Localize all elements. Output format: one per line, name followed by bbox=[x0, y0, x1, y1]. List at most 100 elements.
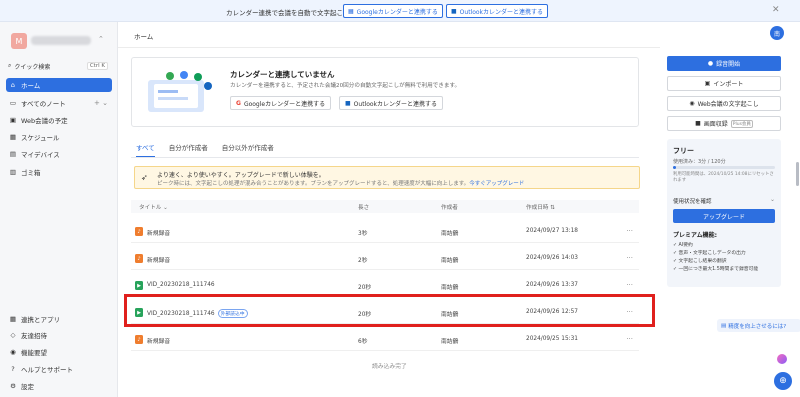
card-outlook-label: Outlookカレンダーと連携する bbox=[353, 100, 438, 108]
sidebar-item-home[interactable]: ⌂ ホーム bbox=[6, 78, 112, 92]
sidebar-item-feature-request[interactable]: ◉ 機能要望 bbox=[6, 345, 112, 359]
sidebar-item-my-devices[interactable]: ▤ マイデバイス bbox=[6, 147, 112, 161]
sidebar-item-invite[interactable]: ◇ 友達招待 bbox=[6, 328, 112, 342]
column-date[interactable]: 作成日時 ⇅ bbox=[526, 203, 555, 211]
search-icon: ⌕ bbox=[8, 62, 12, 69]
feedback-label: 精度を向上させるには? bbox=[728, 323, 787, 330]
sidebar-item-label: すべてのノート bbox=[21, 100, 66, 108]
sidebar-item-label: 設定 bbox=[21, 383, 34, 391]
more-options-icon[interactable]: ··· bbox=[626, 335, 633, 343]
row-date: 2024/09/27 13:18 bbox=[526, 228, 578, 234]
feature-label: 一回につき最大1.5時間まで録音可能 bbox=[678, 267, 759, 272]
google-calendar-icon: ▦ bbox=[348, 7, 354, 15]
load-complete-text: 読み込み完了 bbox=[372, 364, 407, 370]
sidebar-item-label: ヘルプとサポート bbox=[21, 366, 73, 374]
avatar[interactable]: M bbox=[11, 33, 27, 49]
apps-icon: ▦ bbox=[9, 315, 17, 323]
audio-file-icon: ♪ bbox=[135, 254, 143, 263]
feature-label: 音声・文字起こしデータの出力 bbox=[678, 251, 746, 256]
ai-assistant-icon[interactable] bbox=[777, 354, 787, 364]
tab-all[interactable]: すべて bbox=[136, 142, 155, 157]
sidebar-item-label: 連携とアプリ bbox=[21, 316, 60, 324]
quick-search-label: クイック検索 bbox=[14, 63, 51, 71]
usage-progress-fill bbox=[673, 166, 676, 169]
upgrade-now-link[interactable]: 今すぐアップグレード bbox=[469, 181, 524, 187]
web-meeting-label: Web会議の文字起こし bbox=[697, 101, 759, 108]
sidebar-item-all-notes[interactable]: ▭ すべてのノート + ⌄ bbox=[6, 96, 112, 110]
sidebar-item-settings[interactable]: ⚙ 設定 bbox=[6, 379, 112, 393]
row-length: 20秒 bbox=[358, 285, 372, 291]
note-filter-tabs: すべて 自分が作成者 自分以外が作成者 bbox=[136, 142, 274, 157]
card-google-button[interactable]: G Googleカレンダーと連携する bbox=[230, 96, 332, 110]
tab-mine[interactable]: 自分が作成者 bbox=[169, 142, 208, 154]
feedback-button[interactable]: ▤ 精度を向上させるには? bbox=[717, 319, 800, 332]
sidebar-item-label: ゴミ箱 bbox=[21, 169, 41, 177]
column-date-label: 作成日時 bbox=[526, 205, 549, 211]
table-row[interactable]: ♪ 新規録音 6秒 南詰鶴 2024/09/25 15:31 ··· bbox=[131, 329, 639, 351]
usage-details-link[interactable]: 使用状況を確認 bbox=[673, 197, 712, 205]
banner-google-button[interactable]: ▦ Googleカレンダーと連携する bbox=[343, 4, 443, 18]
notice-headline: より速く、より使いやすく。アップグレードで新しい体験を。 bbox=[157, 172, 325, 179]
feature-item: ✓ 一回につき最大1.5時間まで録音可能 bbox=[673, 265, 758, 272]
web-meeting-transcribe-button[interactable]: ◉ Web会議の文字起こし bbox=[667, 96, 781, 111]
table-row[interactable]: ♪ 新規録音 2秒 南詰鶴 2024/09/26 14:03 ··· bbox=[131, 248, 639, 270]
outlook-icon: ■ bbox=[451, 7, 457, 15]
column-title[interactable]: タイトル ⌄ bbox=[139, 203, 168, 211]
audio-file-icon: ♪ bbox=[135, 335, 143, 344]
calendar-card-description: カレンダーを連携すると、予定された会議20回分の自動文字起こしが無料で利用できま… bbox=[230, 83, 461, 89]
close-icon[interactable]: ✕ bbox=[772, 5, 780, 15]
user-avatar[interactable]: 南 bbox=[770, 26, 784, 40]
more-options-icon[interactable]: ··· bbox=[626, 227, 633, 235]
row-title: 新規録音 bbox=[147, 258, 171, 264]
tab-others[interactable]: 自分以外が作成者 bbox=[222, 142, 274, 154]
row-length: 2秒 bbox=[358, 258, 368, 264]
more-options-icon[interactable]: ··· bbox=[626, 281, 633, 289]
record-button[interactable]: ● 録音開始 bbox=[667, 56, 781, 71]
import-label: インポート bbox=[713, 81, 744, 88]
import-icon: ▣ bbox=[704, 80, 711, 87]
sidebar-item-help[interactable]: ? ヘルプとサポート bbox=[6, 362, 112, 376]
upgrade-button[interactable]: アップグレード bbox=[673, 209, 775, 223]
scrollbar[interactable] bbox=[796, 162, 799, 186]
row-length: 3秒 bbox=[358, 231, 368, 237]
account-switch-icon[interactable]: ⌃ bbox=[98, 35, 104, 43]
notice-body: ピーク時には、文字起こしの処理が混み合うことがあります。プランをアップグレードす… bbox=[157, 179, 524, 187]
right-panel: 南 ● 録音開始 ▣ インポート ◉ Web会議の文字起こし ■ 画面収録 Pl… bbox=[660, 22, 800, 397]
help-icon: ? bbox=[11, 365, 15, 373]
chevron-down-icon[interactable]: ⌄ bbox=[770, 196, 775, 203]
screen-record-label: 画面収録 bbox=[703, 121, 728, 128]
quick-search[interactable]: ⌕ クイック検索 Ctrl K bbox=[8, 60, 108, 72]
folder-icon: ▭ bbox=[9, 99, 17, 107]
row-date: 2024/09/25 15:31 bbox=[526, 336, 578, 342]
row-date: 2024/09/26 13:37 bbox=[526, 282, 578, 288]
sidebar-item-label: マイデバイス bbox=[21, 151, 60, 159]
breadcrumb: ホーム bbox=[134, 33, 154, 41]
sidebar-item-label: スケジュール bbox=[21, 134, 60, 142]
add-folder-icon[interactable]: + ⌄ bbox=[94, 99, 108, 107]
sidebar-item-web-meetings[interactable]: ▣ Web会議の予定 bbox=[6, 113, 112, 127]
sidebar-item-trash[interactable]: ▥ ゴミ箱 bbox=[6, 165, 112, 179]
sidebar: M ⌃ ⌕ クイック検索 Ctrl K ⌂ ホーム ▭ すべてのノート + ⌄ … bbox=[0, 22, 118, 397]
feature-label: AI要約 bbox=[678, 243, 693, 248]
screen-record-button[interactable]: ■ 画面収録 Plus会員 bbox=[667, 116, 781, 131]
row-creator: 南詰鶴 bbox=[441, 231, 459, 237]
home-icon: ⌂ bbox=[10, 81, 16, 89]
banner-outlook-button[interactable]: ■ Outlookカレンダーと連携する bbox=[446, 4, 549, 18]
more-options-icon[interactable]: ··· bbox=[626, 254, 633, 262]
sidebar-item-schedule[interactable]: ▦ スケジュール bbox=[6, 130, 112, 144]
card-outlook-button[interactable]: ■ Outlookカレンダーと連携する bbox=[339, 96, 444, 110]
calendar-icon: ▦ bbox=[9, 133, 17, 141]
row-title: 新規録音 bbox=[147, 339, 171, 345]
table-row[interactable]: ♪ 新規録音 3秒 南詰鶴 2024/09/27 13:18 ··· bbox=[131, 221, 639, 243]
screen-record-icon: ■ bbox=[695, 120, 701, 127]
gift-icon: ◇ bbox=[10, 331, 16, 339]
search-shortcut: Ctrl K bbox=[86, 62, 108, 70]
feature-item: ✓ 文字起こし結果の翻訳 bbox=[673, 257, 727, 264]
row-length: 6秒 bbox=[358, 339, 368, 345]
banner-outlook-label: Outlookカレンダーと連携する bbox=[459, 8, 544, 16]
sidebar-item-integrations[interactable]: ▦ 連携とアプリ bbox=[6, 312, 112, 326]
google-icon: G bbox=[236, 99, 241, 107]
import-button[interactable]: ▣ インポート bbox=[667, 76, 781, 91]
help-fab-icon[interactable]: ⊕ bbox=[774, 372, 792, 390]
plan-usage: 使用済み：3分 / 120分 bbox=[673, 159, 726, 165]
